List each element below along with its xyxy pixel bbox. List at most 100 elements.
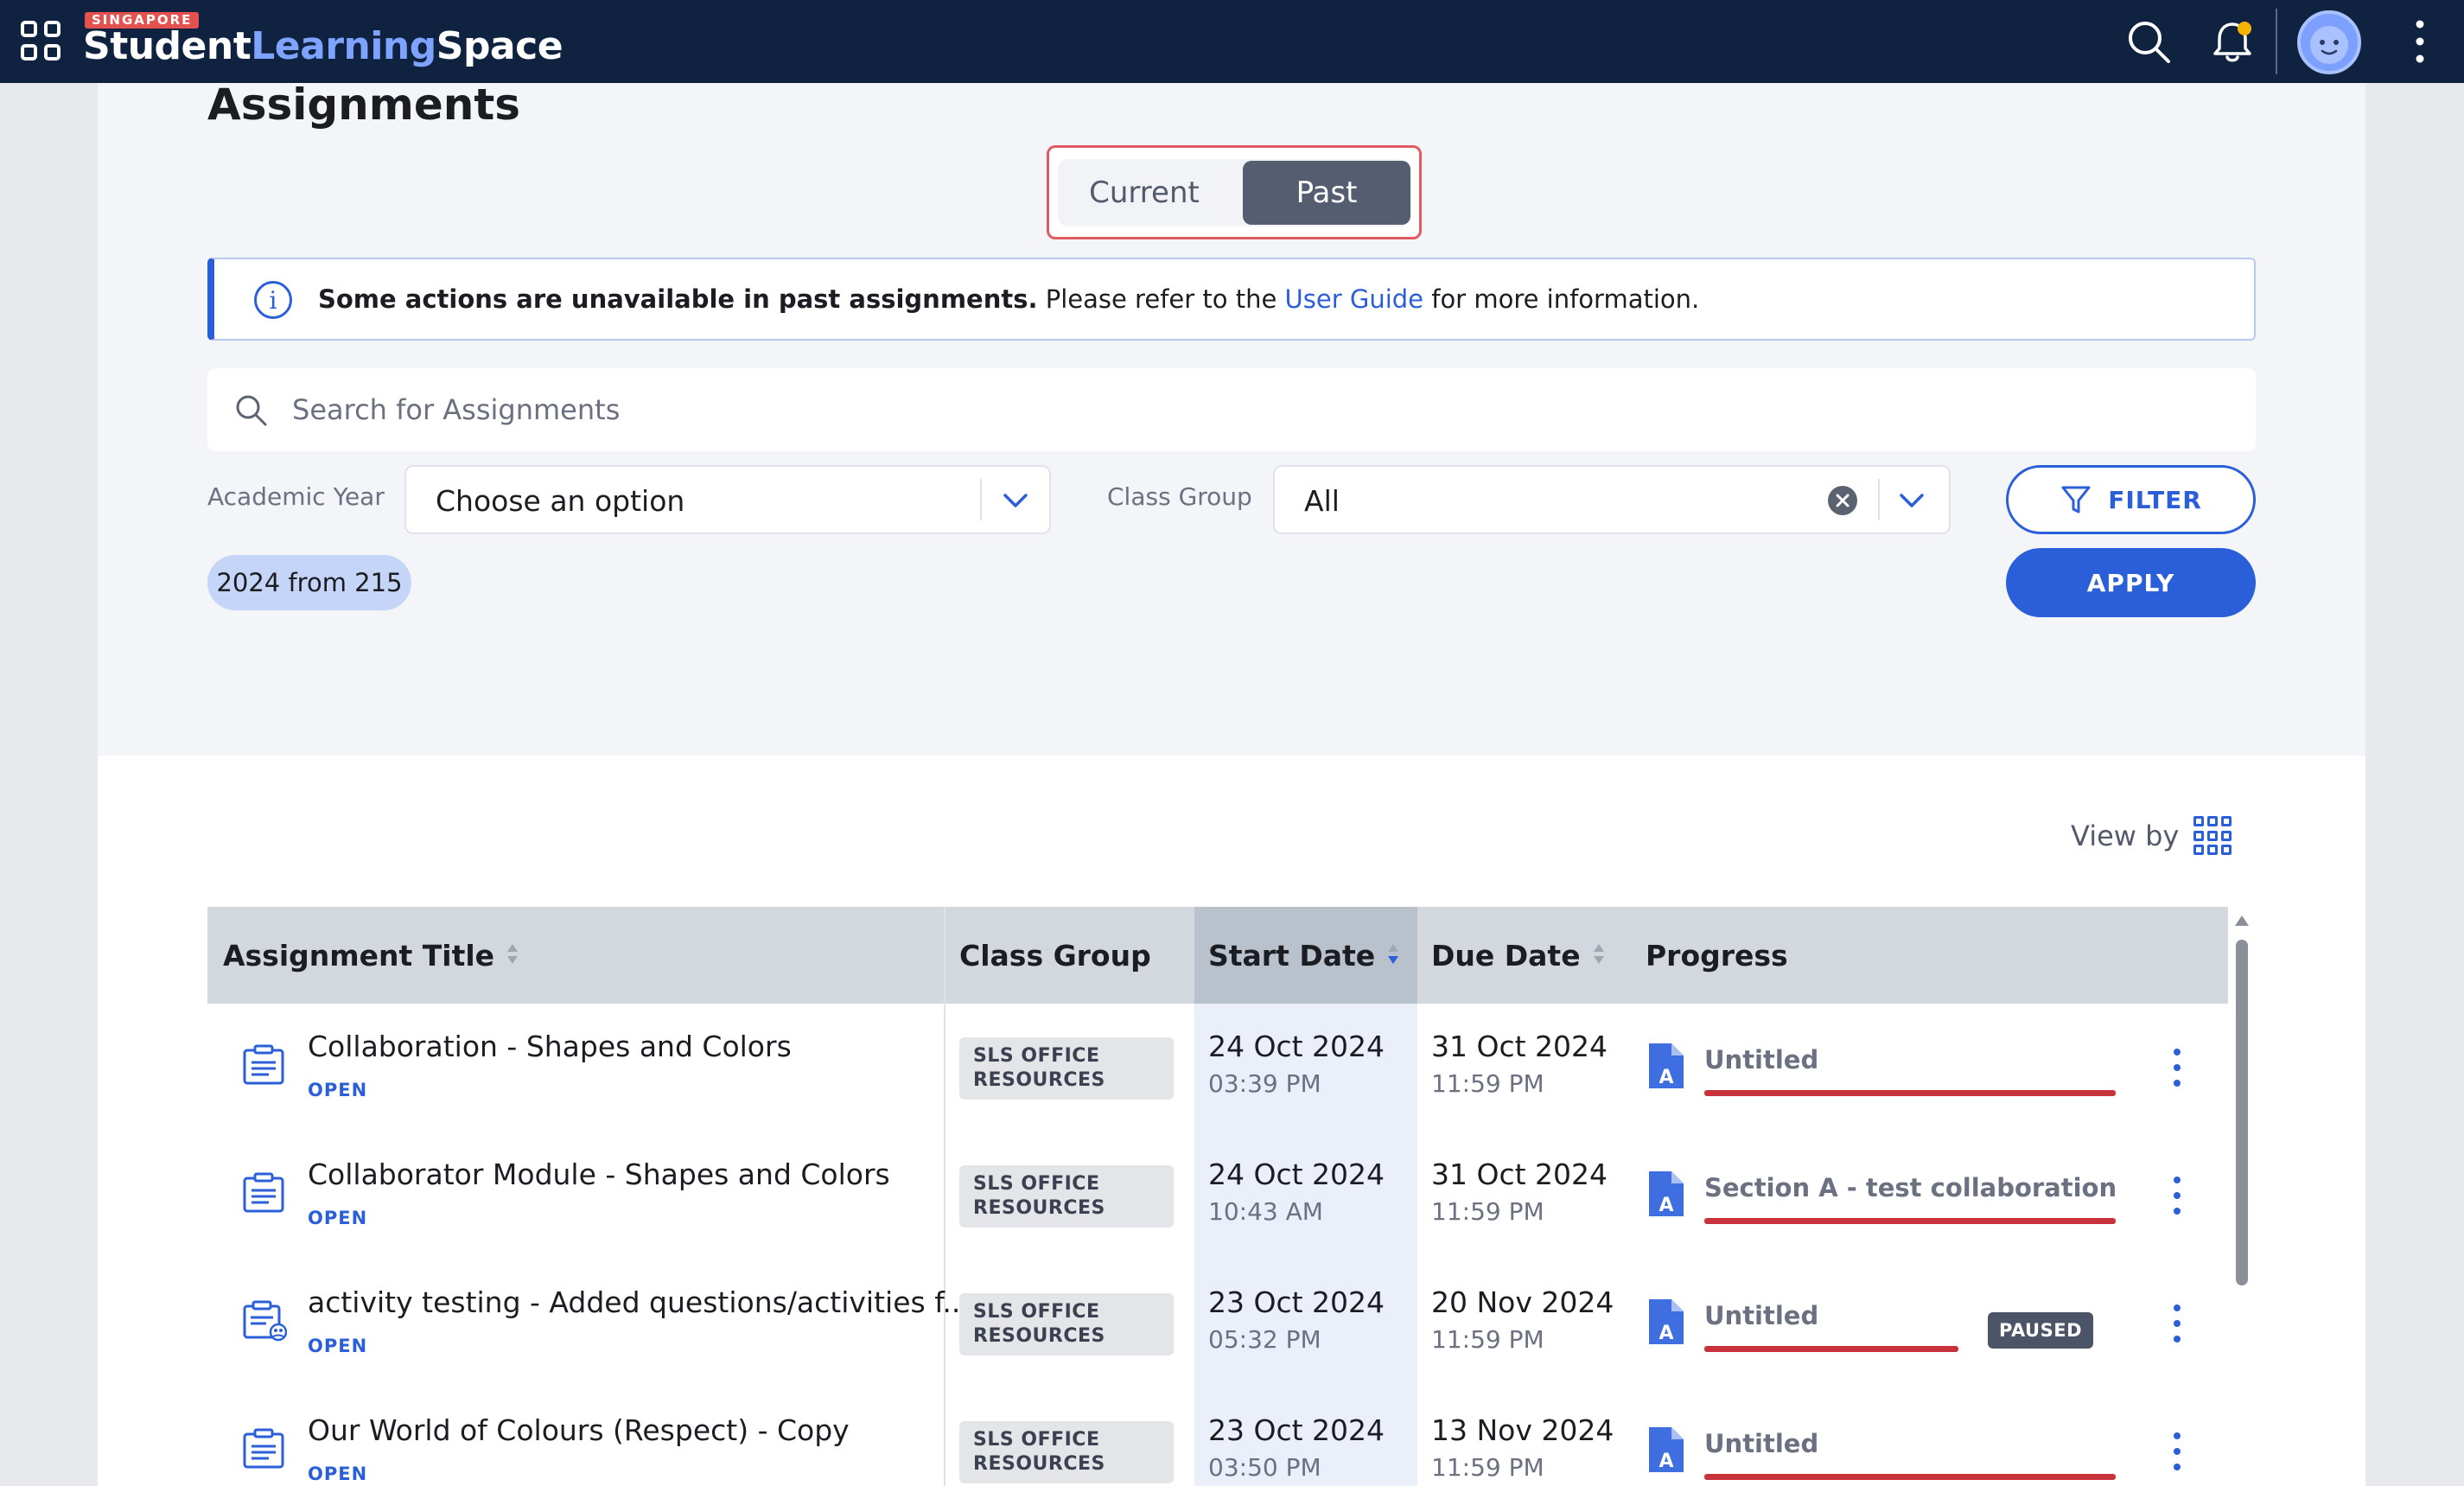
- academic-year-label: Academic Year: [207, 482, 385, 511]
- search-icon: [236, 395, 267, 426]
- start-time: 05:32 PM: [1208, 1325, 1321, 1354]
- due-time: 11:59 PM: [1431, 1197, 1544, 1226]
- row-kebab-icon[interactable]: [2171, 1431, 2183, 1472]
- assignment-title[interactable]: Collaborator Module - Shapes and Colors: [308, 1158, 890, 1191]
- sort-icon[interactable]: [1593, 944, 1605, 966]
- assignment-title[interactable]: Collaboration - Shapes and Colors: [308, 1030, 792, 1063]
- table-row[interactable]: Collaborator Module - Shapes and Colors …: [207, 1132, 2228, 1260]
- kebab-icon[interactable]: [2408, 17, 2432, 66]
- table-header: Assignment Title Class Group Start Date …: [207, 907, 2228, 1004]
- user-guide-link[interactable]: User Guide: [1285, 284, 1423, 314]
- class-group-line2: RESOURCES: [973, 1197, 1105, 1219]
- progress-title[interactable]: Untitled: [1704, 1301, 1818, 1330]
- toggle-past[interactable]: Past: [1243, 161, 1410, 225]
- progress-title[interactable]: Section A - test collaboration: [1704, 1173, 2117, 1202]
- header-assignment-title[interactable]: Assignment Title: [207, 907, 944, 1004]
- top-navigation-bar: SINGAPORE StudentLearningSpace: [0, 0, 2464, 83]
- status-badge: OPEN: [308, 1464, 368, 1484]
- table-row[interactable]: Our World of Colours (Respect) - Copy OP…: [207, 1387, 2228, 1486]
- page-title: Assignments: [207, 80, 521, 130]
- clear-selection-icon[interactable]: [1828, 486, 1857, 515]
- academic-year-select[interactable]: Choose an option: [404, 465, 1051, 534]
- header-start-date[interactable]: Start Date: [1194, 907, 1417, 1004]
- search-bar: [207, 368, 2256, 451]
- info-banner: i Some actions are unavailable in past a…: [207, 258, 2256, 341]
- progress-title[interactable]: Untitled: [1704, 1045, 1818, 1075]
- brand-word-learning: Learning: [251, 24, 436, 68]
- info-bold-text: Some actions are unavailable in past ass…: [318, 284, 1038, 314]
- class-group-line1: SLS OFFICE: [973, 1173, 1100, 1195]
- active-filter-chip[interactable]: 2024 from 215: [207, 555, 411, 610]
- apply-button[interactable]: APPLY: [2006, 548, 2256, 617]
- topbar-divider: [2276, 9, 2277, 74]
- status-badge: OPEN: [308, 1208, 368, 1228]
- header-class-group: Class Group: [959, 938, 1151, 973]
- toggle-current[interactable]: Current: [1058, 159, 1231, 226]
- table-row[interactable]: Collaboration - Shapes and Colors OPEN S…: [207, 1004, 2228, 1132]
- assignment-doc-icon: [243, 1172, 284, 1213]
- header-due-date[interactable]: Due Date: [1417, 907, 1628, 1004]
- class-group-badge: SLS OFFICE RESOURCES: [959, 1421, 1174, 1483]
- chevron-down-icon[interactable]: [1899, 493, 1925, 508]
- class-group-line1: SLS OFFICE: [973, 1301, 1100, 1323]
- header-assignment-title-label: Assignment Title: [223, 938, 495, 973]
- info-icon: i: [254, 281, 292, 319]
- due-date: 31 Oct 2024: [1431, 1158, 1608, 1191]
- scroll-thumb[interactable]: [2236, 940, 2248, 1285]
- class-group-label: Class Group: [1107, 482, 1252, 511]
- svg-text:A: A: [1659, 1067, 1673, 1088]
- table-row[interactable]: activity testing - Added questions/activ…: [207, 1260, 2228, 1387]
- filter-button-label: FILTER: [2108, 485, 2202, 514]
- row-kebab-icon[interactable]: [2171, 1303, 2183, 1344]
- assignments-table: Assignment Title Class Group Start Date …: [207, 907, 2228, 1486]
- sort-icon[interactable]: [506, 944, 519, 966]
- scroll-up-arrow-icon[interactable]: [2235, 915, 2249, 926]
- chevron-down-icon[interactable]: [1003, 493, 1028, 508]
- start-time: 03:39 PM: [1208, 1069, 1321, 1098]
- start-date: 23 Oct 2024: [1208, 1285, 1385, 1319]
- class-group-line1: SLS OFFICE: [973, 1429, 1100, 1451]
- apps-grid-icon[interactable]: [21, 21, 60, 61]
- section-a-icon: A: [1649, 1171, 1684, 1216]
- current-past-toggle: Current Past: [1058, 159, 1410, 226]
- assignment-title[interactable]: activity testing - Added questions/activ…: [308, 1285, 970, 1319]
- section-a-icon: A: [1649, 1427, 1684, 1472]
- class-group-line2: RESOURCES: [973, 1069, 1105, 1091]
- due-date: 31 Oct 2024: [1431, 1030, 1608, 1063]
- filter-button[interactable]: FILTER: [2006, 465, 2256, 534]
- progress-bar: [1704, 1474, 2116, 1480]
- assignment-group-doc-icon: [243, 1300, 287, 1342]
- due-time: 11:59 PM: [1431, 1325, 1544, 1354]
- brand-word-student: Student: [83, 24, 251, 68]
- row-kebab-icon[interactable]: [2171, 1175, 2183, 1216]
- brand-word-space: Space: [436, 24, 563, 68]
- search-input[interactable]: [292, 387, 2193, 432]
- svg-text:A: A: [1659, 1195, 1673, 1216]
- table-scrollbar[interactable]: [2228, 907, 2256, 1486]
- select-divider: [1878, 479, 1880, 520]
- status-badge: OPEN: [308, 1336, 368, 1356]
- class-group-line1: SLS OFFICE: [973, 1045, 1100, 1067]
- class-group-line2: RESOURCES: [973, 1325, 1105, 1347]
- due-time: 11:59 PM: [1431, 1453, 1544, 1482]
- avatar[interactable]: [2297, 10, 2361, 74]
- start-time: 10:43 AM: [1208, 1197, 1323, 1226]
- bell-icon[interactable]: [2211, 17, 2254, 66]
- due-time: 11:59 PM: [1431, 1069, 1544, 1098]
- sort-descending-icon[interactable]: [1387, 944, 1399, 966]
- status-badge: OPEN: [308, 1080, 368, 1100]
- start-time: 03:50 PM: [1208, 1453, 1321, 1482]
- class-group-select[interactable]: All: [1273, 465, 1951, 534]
- info-text-before-link: Please refer to the: [1037, 284, 1285, 314]
- select-divider: [980, 479, 982, 520]
- assignment-doc-icon: [243, 1044, 284, 1085]
- header-due-date-label: Due Date: [1431, 938, 1581, 973]
- assignment-title[interactable]: Our World of Colours (Respect) - Copy: [308, 1413, 850, 1447]
- class-group-line2: RESOURCES: [973, 1453, 1105, 1475]
- grid-view-icon[interactable]: [2193, 816, 2233, 856]
- search-icon[interactable]: [2126, 19, 2171, 64]
- section-a-icon: A: [1649, 1043, 1684, 1088]
- row-kebab-icon[interactable]: [2171, 1047, 2183, 1088]
- progress-bar: [1704, 1346, 1958, 1352]
- progress-title[interactable]: Untitled: [1704, 1429, 1818, 1458]
